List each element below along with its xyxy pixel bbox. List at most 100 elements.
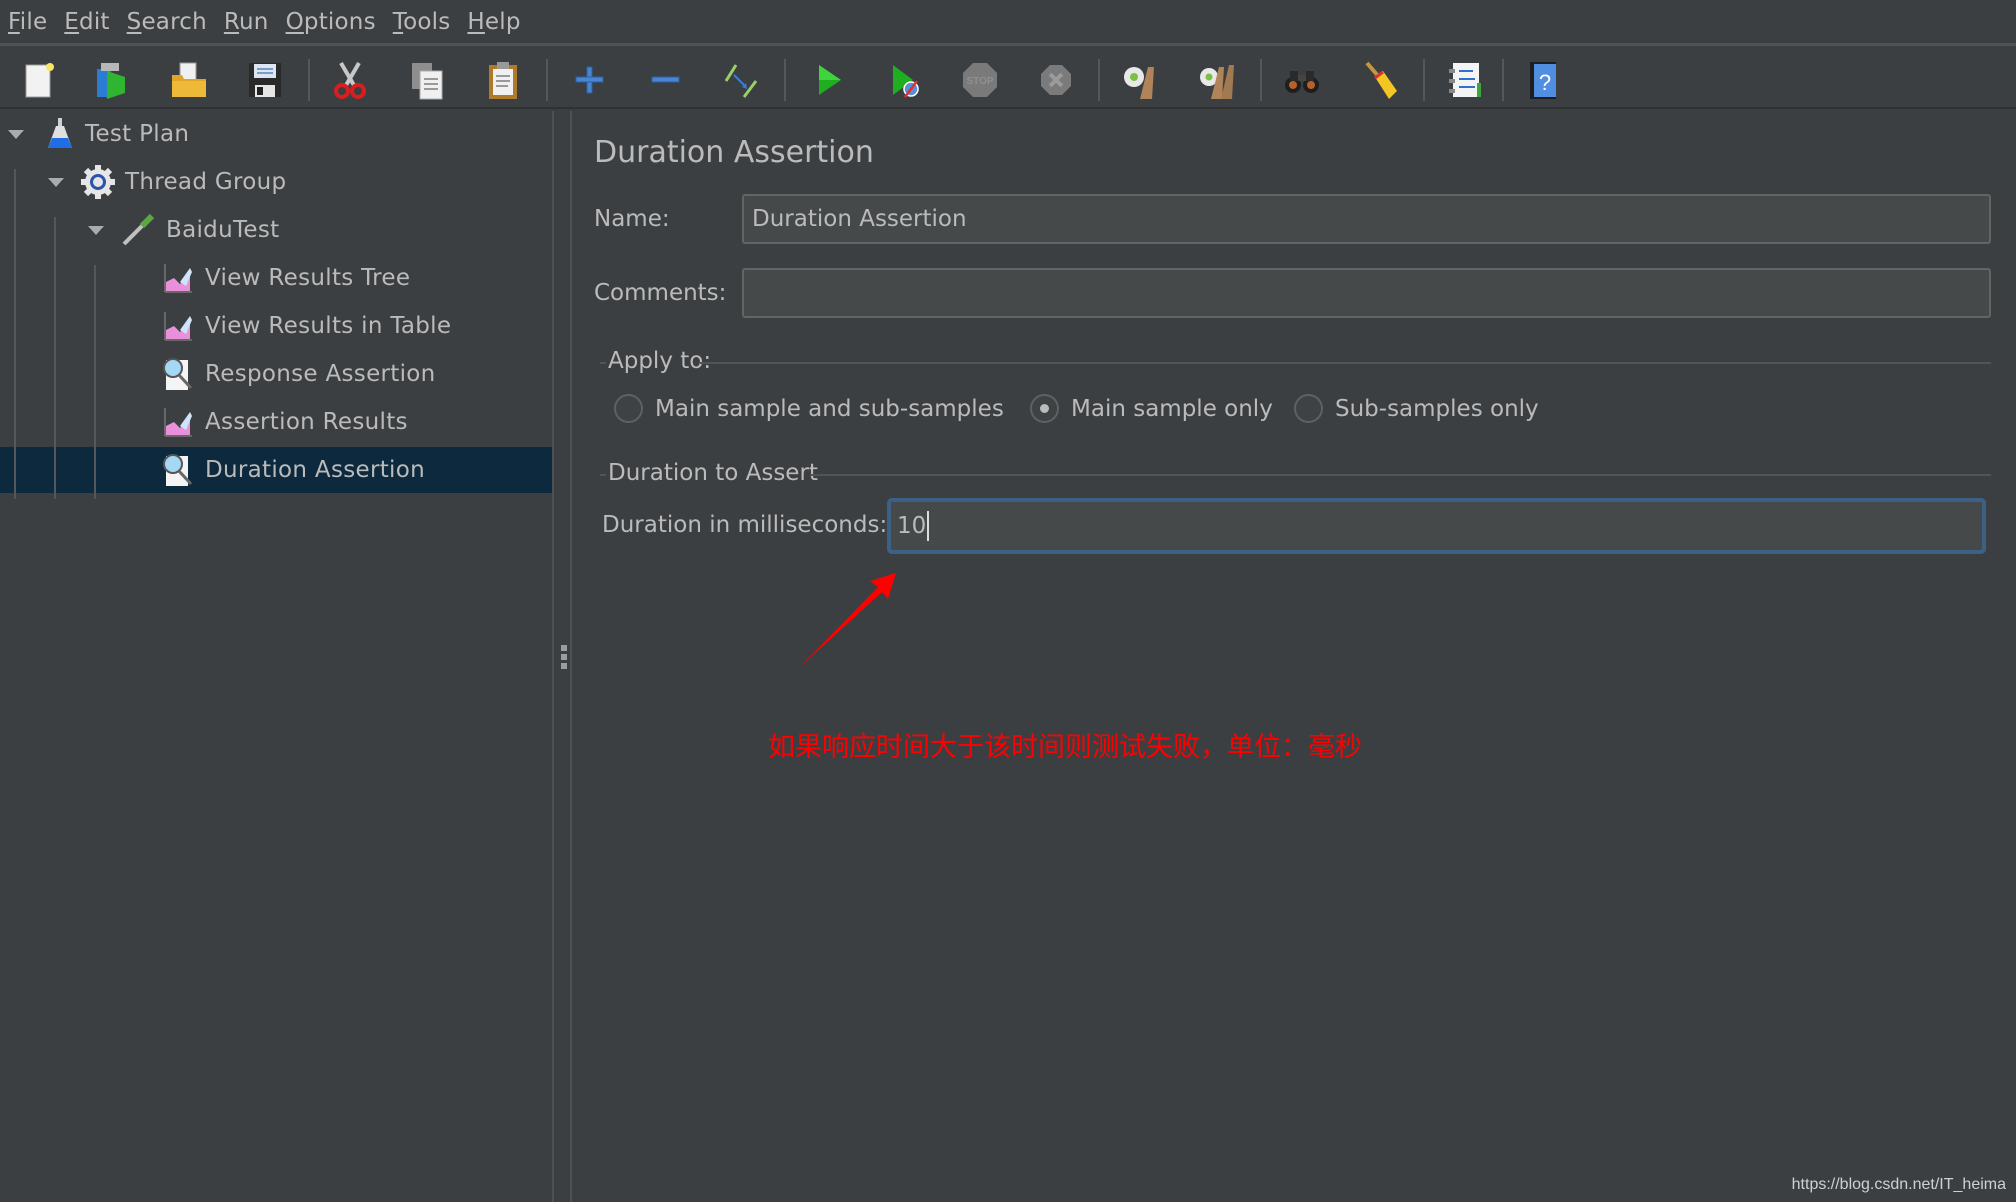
toolbar-separator (546, 59, 548, 101)
radio-main-sample-only[interactable]: Main sample only (1030, 394, 1273, 423)
tree-item-label: Assertion Results (205, 409, 408, 435)
templates-icon (97, 63, 125, 99)
splitter-grip-dot (561, 663, 567, 669)
name-label: Name: (594, 206, 670, 232)
tree-item-label: Thread Group (125, 169, 287, 195)
group-border (600, 362, 606, 364)
help-button[interactable]: ? (1519, 57, 1565, 103)
plus-icon (575, 66, 604, 94)
tree-item-label: Response Assertion (205, 361, 436, 387)
tree-item-assertion-results[interactable]: Assertion Results (0, 399, 552, 445)
copy-icon (412, 63, 443, 100)
menu-options[interactable]: Options (286, 9, 376, 35)
search-button[interactable] (1279, 57, 1325, 103)
menu-mnemonic: T (392, 8, 404, 35)
templates-button[interactable] (89, 57, 135, 103)
tree-item-view-results-tree[interactable]: View Results Tree (0, 255, 552, 301)
splitter-grip-dot (561, 654, 567, 660)
reset-search-button[interactable] (1357, 57, 1403, 103)
toolbar: STOP ? (0, 49, 2016, 109)
shutdown-icon (1041, 65, 1071, 95)
thread-group-gear-icon (81, 165, 115, 199)
duration-label: Duration in milliseconds: (602, 512, 888, 538)
tree-item-view-results-in-table[interactable]: View Results in Table (0, 303, 552, 349)
menu-label-rest: elp (484, 8, 521, 35)
listener-chart-icon (164, 408, 192, 437)
minus-icon (651, 76, 680, 83)
toggle-wand-icon (724, 64, 758, 98)
menu-label-rest: ools (403, 8, 451, 35)
collapse-arrow-icon[interactable] (86, 220, 106, 240)
assertion-magnifier-icon (163, 358, 193, 390)
menu-mnemonic: R (223, 8, 240, 35)
tree-item-thread-group[interactable]: Thread Group (0, 159, 552, 205)
comments-input[interactable] (742, 268, 1991, 318)
collapse-arrow-icon[interactable] (6, 124, 26, 144)
binoculars-icon (1285, 71, 1319, 93)
paste-button[interactable] (480, 57, 526, 103)
menu-bar: File Edit Search Run Options Tools Help (0, 0, 2016, 46)
function-helper-button[interactable] (1441, 57, 1487, 103)
sampler-pipette-icon (122, 213, 155, 246)
expand-all-button[interactable] (566, 57, 612, 103)
group-border (810, 474, 1991, 476)
tree-item-duration-assertion[interactable]: Duration Assertion (0, 447, 552, 493)
tree-item-label: View Results in Table (205, 313, 452, 339)
tree-item-label: Test Plan (85, 121, 190, 147)
menu-label-rest: ile (19, 8, 48, 35)
radio-button[interactable] (1030, 394, 1059, 423)
menu-search[interactable]: Search (127, 9, 207, 35)
copy-button[interactable] (404, 57, 450, 103)
toggle-button[interactable] (718, 57, 764, 103)
tree-item-label: BaiduTest (166, 217, 280, 243)
radio-label: Sub-samples only (1335, 395, 1539, 422)
tree-guide-line (54, 447, 56, 493)
menu-mnemonic: H (467, 8, 485, 35)
tree-item-test-plan[interactable]: Test Plan (0, 111, 552, 157)
menu-run[interactable]: Run (224, 9, 269, 35)
group-border (600, 474, 606, 476)
annotation-text: 如果响应时间大于该时间则测试失败，单位：毫秒 (768, 732, 1362, 763)
clear-button[interactable] (1116, 57, 1162, 103)
radio-button[interactable] (614, 394, 643, 423)
toolbar-separator (1423, 59, 1425, 101)
broom-icon (1365, 61, 1397, 99)
duration-input[interactable]: 10 (887, 498, 1986, 554)
menu-tools[interactable]: Tools (393, 9, 451, 35)
tree-item-response-assertion[interactable]: Response Assertion (0, 351, 552, 397)
menu-help[interactable]: Help (467, 9, 520, 35)
shutdown-button[interactable] (1033, 57, 1079, 103)
open-button[interactable] (166, 57, 212, 103)
menu-label-rest: dit (79, 8, 110, 35)
panel-title: Duration Assertion (594, 135, 874, 170)
menu-edit[interactable]: Edit (64, 9, 109, 35)
pane-splitter[interactable] (556, 111, 572, 1202)
menu-file[interactable]: File (8, 9, 47, 35)
stop-button[interactable]: STOP (957, 57, 1003, 103)
new-button[interactable] (16, 57, 62, 103)
radio-main-and-sub-samples[interactable]: Main sample and sub-samples (614, 394, 1004, 423)
test-plan-flask-icon (48, 118, 72, 148)
tree-item-label: View Results Tree (205, 265, 411, 291)
duration-group-title: Duration to Assert (608, 460, 818, 486)
menu-label-rest: un (239, 8, 269, 35)
paste-clipboard-icon (489, 62, 517, 99)
collapse-all-button[interactable] (642, 57, 688, 103)
help-book-icon: ? (1530, 62, 1556, 99)
name-input[interactable] (742, 194, 1991, 244)
tree-item-baidutest[interactable]: BaiduTest (0, 207, 552, 253)
start-button[interactable] (805, 57, 851, 103)
radio-button[interactable] (1294, 394, 1323, 423)
collapse-arrow-icon[interactable] (46, 172, 66, 192)
toolbar-separator (1260, 59, 1262, 101)
annotation-arrow-icon (801, 573, 896, 666)
save-button[interactable] (242, 57, 288, 103)
tree-guide-line (14, 447, 16, 493)
cut-button[interactable] (327, 57, 373, 103)
listener-chart-icon (164, 312, 192, 341)
clear-all-button[interactable] (1193, 57, 1239, 103)
function-list-icon (1449, 63, 1481, 97)
radio-sub-samples-only[interactable]: Sub-samples only (1294, 394, 1539, 423)
text-caret (927, 511, 930, 541)
start-no-pauses-button[interactable] (881, 57, 927, 103)
